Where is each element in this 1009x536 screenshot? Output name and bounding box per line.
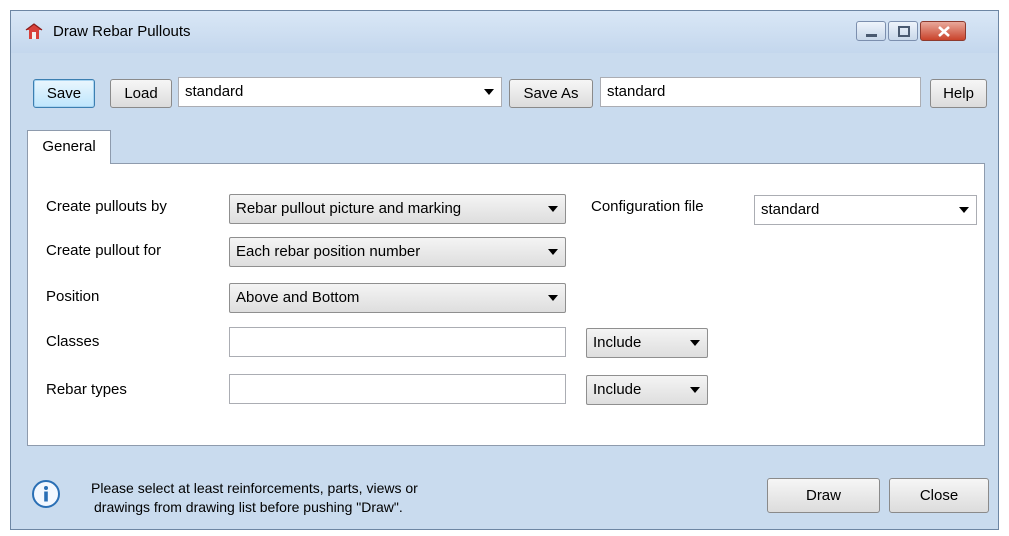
close-icon (938, 26, 950, 37)
create-pullouts-by-label: Create pullouts by (46, 198, 167, 215)
rebar-types-mode-value: Include (593, 381, 642, 398)
chevron-down-icon (548, 206, 558, 212)
configuration-file-value: standard (761, 201, 820, 218)
title-bar[interactable]: Draw Rebar Pullouts (11, 11, 998, 53)
settings-combo-value: standard (185, 83, 244, 100)
classes-mode-select[interactable]: Include (586, 328, 708, 358)
close-window-button[interactable] (920, 21, 966, 41)
chevron-down-icon (690, 340, 700, 346)
tab-general[interactable]: General (27, 130, 111, 164)
load-button[interactable]: Load (110, 79, 172, 108)
chevron-down-icon (690, 387, 700, 393)
settings-combo[interactable]: standard (178, 77, 502, 107)
create-pullout-for-label: Create pullout for (46, 242, 162, 259)
save-as-name-input[interactable]: standard (600, 77, 921, 107)
save-button[interactable]: Save (33, 79, 95, 108)
classes-label: Classes (46, 333, 100, 350)
position-select[interactable]: Above and Bottom (229, 283, 566, 313)
classes-mode-value: Include (593, 334, 642, 351)
classes-input[interactable] (229, 327, 566, 357)
info-message-line2: drawings from drawing list before pushin… (94, 499, 403, 515)
minimize-icon (866, 34, 877, 37)
info-icon (32, 480, 60, 508)
dialog-window: Draw Rebar Pullouts Save Load standard S… (10, 10, 999, 530)
rebar-types-mode-select[interactable]: Include (586, 375, 708, 405)
rebar-types-input[interactable] (229, 374, 566, 404)
draw-button[interactable]: Draw (767, 478, 880, 513)
rebar-types-label: Rebar types (46, 381, 127, 398)
info-message: Please select at least reinforcements, p… (91, 479, 418, 517)
save-as-name-value: standard (607, 83, 666, 100)
save-as-button[interactable]: Save As (509, 79, 593, 108)
rebar-app-icon (25, 23, 43, 39)
chevron-down-icon (484, 89, 494, 95)
info-message-line1: Please select at least reinforcements, p… (91, 480, 418, 496)
maximize-icon (898, 26, 910, 37)
create-pullout-for-value: Each rebar position number (236, 243, 421, 260)
position-label: Position (46, 288, 100, 305)
position-value: Above and Bottom (236, 289, 360, 306)
create-pullouts-by-value: Rebar pullout picture and marking (236, 200, 462, 217)
window-title: Draw Rebar Pullouts (53, 23, 191, 40)
chevron-down-icon (959, 207, 969, 213)
configuration-file-label: Configuration file (591, 198, 704, 215)
configuration-file-select[interactable]: standard (754, 195, 977, 225)
maximize-button[interactable] (888, 21, 918, 41)
create-pullout-for-select[interactable]: Each rebar position number (229, 237, 566, 267)
close-button[interactable]: Close (889, 478, 989, 513)
minimize-button[interactable] (856, 21, 886, 41)
chevron-down-icon (548, 295, 558, 301)
chevron-down-icon (548, 249, 558, 255)
help-button[interactable]: Help (930, 79, 987, 108)
create-pullouts-by-select[interactable]: Rebar pullout picture and marking (229, 194, 566, 224)
